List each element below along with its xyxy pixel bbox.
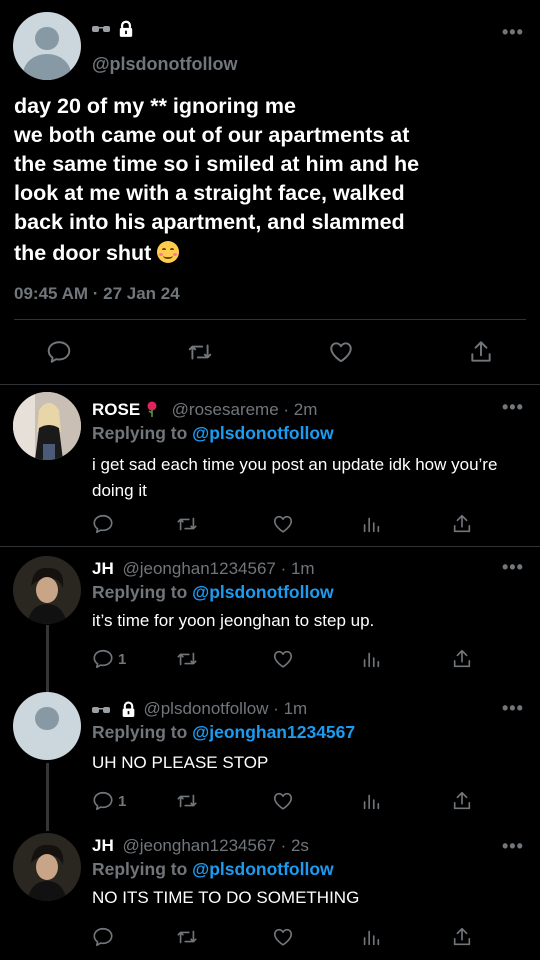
reply-count: 1 <box>118 651 127 668</box>
share-icon[interactable] <box>451 648 473 670</box>
tweet-line: day 20 of my ** ignoring me <box>14 94 296 118</box>
more-options-icon[interactable]: ••• <box>502 836 524 857</box>
tweet-line: the door shut <box>14 241 152 265</box>
replying-prefix: Replying to <box>92 859 188 879</box>
more-options-icon[interactable]: ••• <box>502 22 524 43</box>
views-icon[interactable] <box>360 513 382 535</box>
reply-tweet[interactable]: JH @jeonghan1234567 · 1m ••• Replying to… <box>0 547 540 687</box>
views-icon[interactable] <box>360 790 382 812</box>
reply-icon[interactable] <box>92 648 114 670</box>
retweet-icon[interactable] <box>176 648 198 670</box>
reply-text: UH NO PLEASE STOP <box>92 753 269 772</box>
reply-actions: 1 <box>80 790 540 816</box>
user-avatar[interactable] <box>13 833 81 901</box>
display-name[interactable]: JH <box>92 836 114 855</box>
reply-tweet[interactable]: ROSE @rosesareme · 2m ••• Replying to @p… <box>0 385 540 545</box>
reply-header[interactable]: JH @jeonghan1234567 · 2s <box>92 836 309 856</box>
replying-to: Replying to @plsdonotfollow <box>92 423 334 444</box>
rose-icon <box>147 401 157 417</box>
reply-actions <box>80 926 540 952</box>
like-icon[interactable] <box>272 648 294 670</box>
reply-actions <box>80 513 540 539</box>
reply-tweet[interactable]: @plsdonotfollow · 1m ••• Replying to @je… <box>0 690 540 825</box>
sunglasses-icon <box>92 26 110 32</box>
replying-to: Replying to @plsdonotfollow <box>92 859 334 880</box>
default-avatar[interactable] <box>13 12 81 80</box>
handle-time: @rosesareme · 2m <box>171 400 318 419</box>
reply-tweet[interactable]: JH @jeonghan1234567 · 2s ••• Replying to… <box>0 828 540 960</box>
tweet-actions <box>0 334 540 370</box>
reply-header[interactable]: JH @jeonghan1234567 · 1m <box>92 559 315 579</box>
handle-time: @jeonghan1234567 · 2s <box>122 836 309 855</box>
display-name-icons[interactable] <box>92 20 134 38</box>
tweet-line: the same time so i smiled at him and he <box>14 152 420 176</box>
replying-to-link[interactable]: @jeonghan1234567 <box>192 722 355 742</box>
replying-to: Replying to @plsdonotfollow <box>92 582 334 603</box>
display-name[interactable]: JH <box>92 559 114 578</box>
user-avatar[interactable] <box>13 392 81 460</box>
avatar-photo <box>13 392 81 460</box>
views-icon[interactable] <box>360 926 382 948</box>
handle-time: @plsdonotfollow · 1m <box>143 699 308 718</box>
share-icon[interactable] <box>451 926 473 948</box>
divider <box>14 319 526 320</box>
replying-to-link[interactable]: @plsdonotfollow <box>192 423 333 443</box>
reply-text: NO ITS TIME TO DO SOMETHING <box>92 888 360 907</box>
reply-icon[interactable] <box>92 513 114 535</box>
share-icon[interactable] <box>468 339 494 365</box>
reply-header[interactable]: ROSE @rosesareme · 2m <box>92 400 317 420</box>
reply-actions: 1 <box>80 648 540 674</box>
reply-icon[interactable] <box>92 926 114 948</box>
like-icon[interactable] <box>272 790 294 812</box>
smiling-face-emoji <box>157 241 180 263</box>
tweet-line: back into his apartment, and slammed <box>14 210 405 234</box>
handle-time: @jeonghan1234567 · 1m <box>122 559 315 578</box>
reply-text: i get sad each time you post an update i… <box>92 455 498 500</box>
more-options-icon[interactable]: ••• <box>502 698 524 719</box>
retweet-icon[interactable] <box>176 513 198 535</box>
retweet-icon[interactable] <box>176 926 198 948</box>
sunglasses-icon <box>92 706 110 713</box>
share-icon[interactable] <box>451 790 473 812</box>
reply-text: it’s time for yoon jeonghan to step up. <box>92 611 375 630</box>
retweet-icon[interactable] <box>176 790 198 812</box>
replying-prefix: Replying to <box>92 582 188 602</box>
more-options-icon[interactable]: ••• <box>502 397 524 418</box>
retweet-icon[interactable] <box>187 339 213 365</box>
tweet-text: day 20 of my ** ignoring me we both came… <box>14 92 524 268</box>
like-icon[interactable] <box>328 339 354 365</box>
tweet-timestamp: 09:45 AM · 27 Jan 24 <box>14 284 180 303</box>
author-handle[interactable]: @plsdonotfollow <box>92 54 238 75</box>
default-avatar[interactable] <box>13 692 81 760</box>
reply-icon[interactable] <box>92 790 114 812</box>
reply-count: 1 <box>118 793 127 810</box>
display-name[interactable]: ROSE <box>92 400 140 419</box>
replying-to-link[interactable]: @plsdonotfollow <box>192 582 333 602</box>
avatar-photo <box>13 556 81 624</box>
replying-to: Replying to @jeonghan1234567 <box>92 722 355 743</box>
reply-header[interactable]: @plsdonotfollow · 1m <box>92 699 307 719</box>
share-icon[interactable] <box>451 513 473 535</box>
replying-prefix: Replying to <box>92 423 188 443</box>
tweet-line: we both came out of our apartments at <box>14 123 410 147</box>
like-icon[interactable] <box>272 513 294 535</box>
lock-icon <box>122 701 135 717</box>
avatar-photo <box>13 833 81 901</box>
main-tweet: @plsdonotfollow ••• day 20 of my ** igno… <box>0 0 540 384</box>
lock-icon <box>120 20 133 37</box>
reply-icon[interactable] <box>46 339 72 365</box>
more-options-icon[interactable]: ••• <box>502 557 524 578</box>
replying-prefix: Replying to <box>92 722 188 742</box>
user-avatar[interactable] <box>13 556 81 624</box>
replying-to-link[interactable]: @plsdonotfollow <box>192 859 333 879</box>
like-icon[interactable] <box>272 926 294 948</box>
tweet-last-line-row: the door shut <box>14 239 524 268</box>
tweet-line: look at me with a straight face, walked <box>14 181 405 205</box>
views-icon[interactable] <box>360 648 382 670</box>
